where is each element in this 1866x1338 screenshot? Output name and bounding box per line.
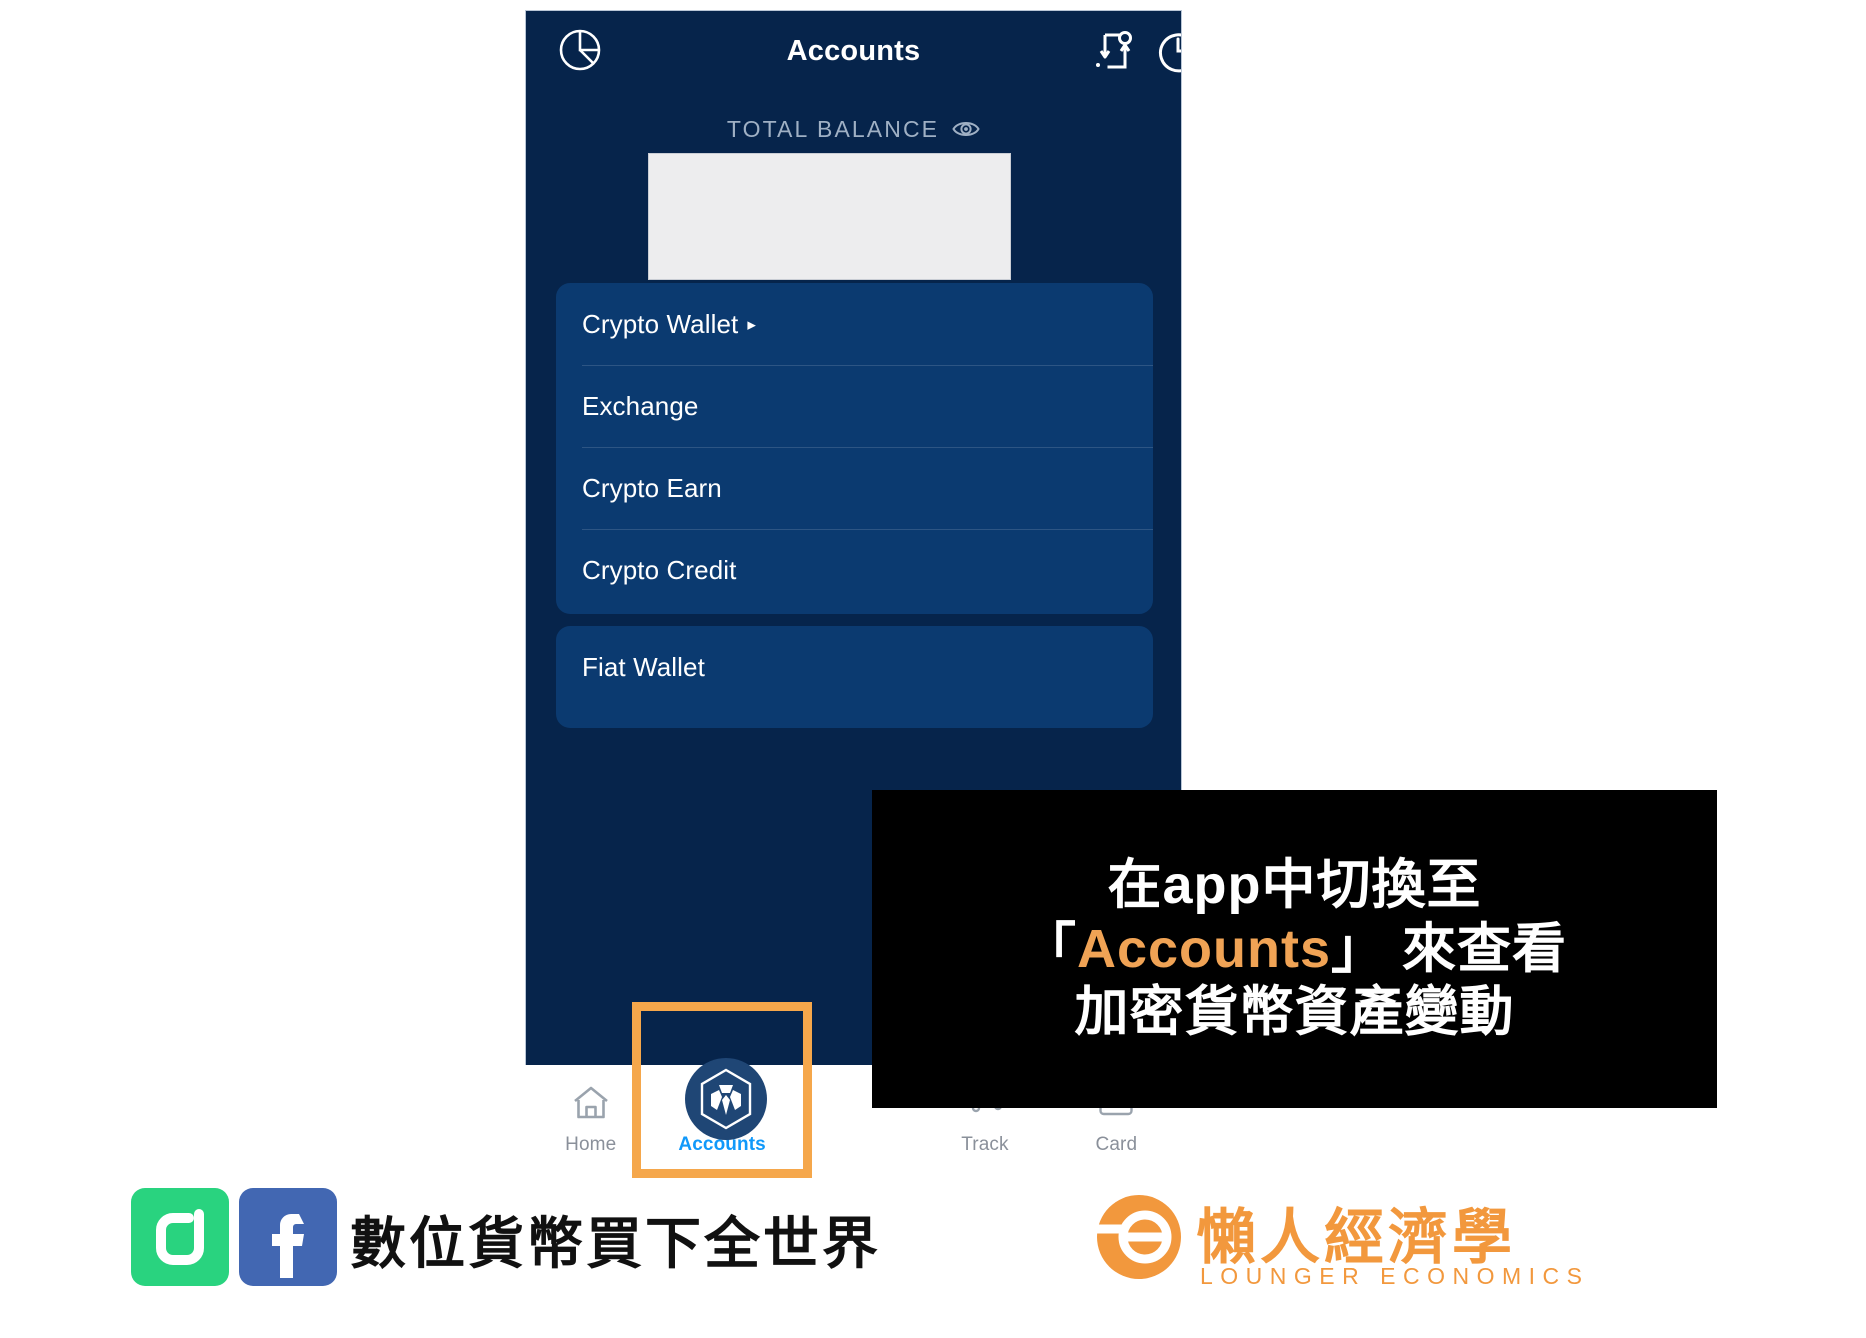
account-row-exchange[interactable]: Exchange [556,365,1153,447]
line-icon[interactable] [131,1188,229,1286]
eye-icon[interactable] [952,115,980,143]
instruction-caption: 在app中切換至 「Accounts」 來查看 加密貨幣資產變動 [872,790,1717,1108]
caption-text: 」 來查看 [1331,918,1568,979]
account-row-fiat-wallet[interactable]: Fiat Wallet [556,626,1153,708]
facebook-icon[interactable] [239,1188,337,1286]
nav-label: Card [1095,1134,1138,1155]
caption-accent-text: Accounts [1076,918,1332,979]
home-icon [573,1086,608,1119]
account-group-2: Fiat Wallet [556,626,1153,728]
cro-logo-icon[interactable] [685,1058,767,1140]
total-balance-label: TOTAL BALANCE [726,115,940,142]
page-title: Accounts [786,35,921,67]
account-label: Exchange [582,390,699,421]
footer-branding: 數位貨幣買下全世界 懶人經濟學 LOUNGER ECONOMICS [0,1175,1866,1305]
account-row-crypto-wallet[interactable]: Crypto Wallet ▸ [556,283,1153,365]
brand-name-en: LOUNGER ECONOMICS [1200,1263,1590,1289]
caption-text: 加密貨幣資產變動 [1074,982,1515,1043]
lounger-economics-logo-icon [1093,1195,1181,1279]
nav-item-home[interactable]: Home [525,1065,656,1178]
account-group-1: Crypto Wallet ▸ Exchange Crypto Earn Cry… [556,283,1153,614]
app-header: Accounts [526,11,1181,91]
balance-redaction-mask [648,153,1011,280]
account-label: Crypto Wallet [582,308,739,339]
caption-text: 在app中切換至 [1107,855,1482,916]
account-row-crypto-credit[interactable]: Crypto Credit [556,529,1153,611]
caption-line-3: 加密貨幣資產變動 [1075,982,1515,1042]
nav-label: Home [565,1134,617,1155]
account-label: Crypto Credit [582,554,737,585]
account-label: Fiat Wallet [582,651,705,682]
total-balance-row: TOTAL BALANCE [526,115,1181,143]
chevron-right-icon: ▸ [747,314,756,334]
nav-label: Track [961,1134,1009,1155]
caption-line-2: 「Accounts」 來查看 [1022,919,1567,979]
account-label: Crypto Earn [582,472,722,503]
account-row-crypto-earn[interactable]: Crypto Earn [556,447,1153,529]
clock-dollar-icon[interactable] [1156,27,1182,75]
footer-slogan: 數位貨幣買下全世界 [350,1212,881,1275]
transfer-icon[interactable] [1091,27,1139,75]
caption-line-1: 在app中切換至 [1107,855,1481,915]
caption-text: 「 [1021,918,1077,979]
